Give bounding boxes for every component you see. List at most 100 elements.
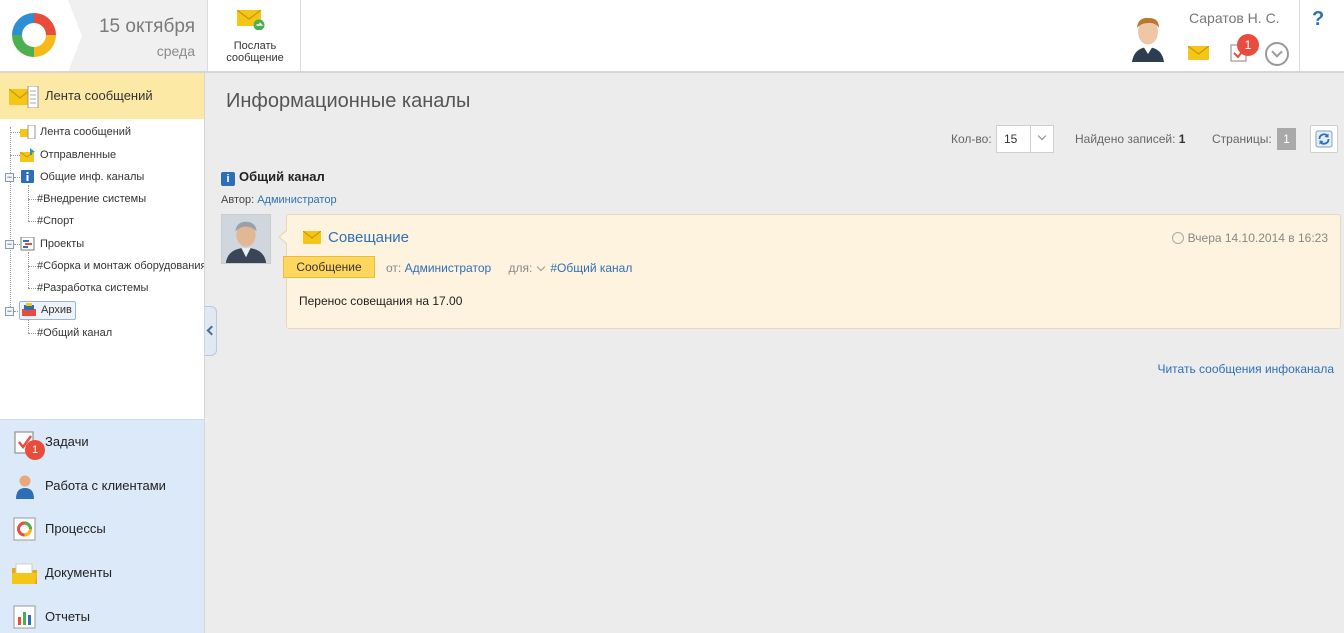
message-time: Вчера 14.10.2014 в 16:23 [1171, 231, 1328, 245]
tree-line [28, 221, 36, 222]
chevron-down-icon[interactable] [537, 262, 546, 272]
help-icon[interactable]: ? [1312, 8, 1324, 31]
archive-icon [22, 303, 36, 317]
module-label: Задачи [45, 434, 89, 449]
tree-collapse-toggle[interactable]: − [5, 173, 14, 182]
sidebar: Лента сообщений − − − Лента сообщений От… [0, 73, 205, 633]
qty-select[interactable]: 15 [996, 125, 1054, 153]
message-time-text: Вчера 14.10.2014 в 16:23 [1187, 231, 1328, 245]
current-date: 15 октября [98, 16, 195, 37]
tree-line [10, 155, 20, 156]
sidebar-section-title: Лента сообщений [45, 88, 153, 103]
qty-value: 15 [1004, 132, 1018, 146]
pages-label: Страницы: [1212, 132, 1272, 146]
module-processes[interactable]: Процессы [0, 507, 204, 551]
to-label: для: [508, 261, 533, 275]
message-card-tail [280, 230, 288, 244]
message-author-avatar[interactable] [221, 214, 271, 264]
message-card: Совещание Вчера 14.10.2014 в 16:23 Сообщ… [278, 214, 1341, 329]
tree-item-projects[interactable]: Проекты [20, 234, 84, 254]
tree-collapse-toggle[interactable]: − [5, 307, 14, 316]
author-label: Автор: [221, 194, 255, 206]
info-icon: i [221, 172, 235, 186]
logo[interactable] [0, 0, 68, 71]
tree-item-sport[interactable]: #Спорт [37, 211, 74, 231]
user-avatar[interactable] [1126, 12, 1170, 62]
channel-author: Автор: Администратор [221, 194, 337, 206]
author-link[interactable]: Администратор [257, 194, 336, 206]
chevron-down-icon[interactable] [1265, 42, 1289, 66]
send-message-button[interactable]: Послать сообщение [209, 0, 301, 71]
module-documents[interactable]: Документы [0, 551, 204, 595]
envelope-send-icon [237, 10, 265, 30]
message-subject-link[interactable]: Совещание [328, 229, 409, 246]
tree-item-label: #Разработка системы [37, 282, 149, 294]
module-list: 1 Задачи Работа с клиентами Процессы Док… [0, 419, 204, 633]
tree-item-archive[interactable]: Архив [19, 301, 76, 320]
tree-line [28, 199, 36, 200]
tree-line [28, 266, 36, 267]
qty-label: Кол-во: [951, 132, 992, 146]
sidebar-section-header[interactable]: Лента сообщений [0, 73, 204, 119]
divider [1299, 0, 1300, 71]
tree-line [10, 132, 20, 133]
page-title: Информационные каналы [226, 90, 471, 112]
tree-item-label: Общие инф. каналы [40, 171, 145, 183]
module-label: Работа с клиентами [45, 478, 166, 493]
tree-item-label: #Общий канал [37, 327, 113, 339]
tree-item-label: Архив [41, 304, 72, 316]
tree-item-label: #Спорт [37, 215, 75, 227]
chevron-down-icon[interactable] [1030, 126, 1054, 152]
feed-icon [20, 125, 36, 140]
message-to-link[interactable]: #Общий канал [550, 261, 632, 275]
tree-line [28, 288, 36, 289]
feed-icon [9, 86, 39, 108]
refresh-button[interactable] [1310, 125, 1338, 153]
message-from-link[interactable]: Администратор [405, 261, 492, 275]
module-clients[interactable]: Работа с клиентами [0, 464, 204, 508]
module-label: Отчеты [45, 609, 90, 624]
module-reports[interactable]: Отчеты [0, 595, 204, 633]
tree-item-label: Лента сообщений [40, 126, 132, 138]
read-channel-messages-link[interactable]: Читать сообщения инфоканала [1157, 362, 1334, 376]
tree-item-label: Отправленные [40, 149, 117, 161]
date-arrow-decoration [68, 0, 82, 72]
date-panel: 15 октября среда [68, 0, 208, 71]
found-value: 1 [1178, 132, 1186, 146]
top-bar: 15 октября среда Послать сообщение Сарат… [0, 0, 1344, 73]
tree-line [28, 319, 29, 333]
page-number-button[interactable]: 1 [1277, 128, 1296, 150]
tree-item-assembly[interactable]: #Сборка и монтаж оборудования [37, 256, 204, 276]
user-name[interactable]: Саратов Н. С. [1189, 10, 1280, 26]
tree-item-feed[interactable]: Лента сообщений [20, 122, 131, 142]
channel-title: i Общий канал [221, 169, 325, 186]
tree-item-common-channels[interactable]: Общие инф. каналы [20, 167, 144, 187]
reports-icon [13, 605, 36, 629]
found-records: Найдено записей: 1 [1075, 125, 1185, 153]
current-weekday: среда [156, 43, 195, 59]
documents-icon [12, 563, 37, 584]
module-tasks[interactable]: 1 Задачи [0, 420, 204, 464]
module-label: Документы [45, 565, 113, 580]
tree-collapse-toggle[interactable]: − [5, 240, 14, 249]
message-type-tag: Сообщение [283, 256, 375, 278]
tree-item-sent[interactable]: Отправленные [20, 145, 116, 165]
tree-item-label: #Сборка и монтаж оборудования [37, 260, 204, 272]
projects-icon [20, 237, 35, 251]
tree-item-common-channel[interactable]: #Общий канал [37, 323, 112, 343]
send-message-label-2: сообщение [226, 52, 284, 64]
clock-icon [1171, 232, 1184, 244]
envelope-icon[interactable] [1188, 46, 1209, 60]
clients-icon [16, 475, 34, 499]
tree-item-development[interactable]: #Разработка системы [37, 278, 148, 298]
tree-item-label: #Внедрение системы [37, 193, 147, 205]
tasks-badge: 1 [1237, 34, 1259, 56]
tree-item-implementation[interactable]: #Внедрение системы [37, 189, 146, 209]
tree-line [28, 333, 36, 334]
envelope-icon [303, 231, 321, 244]
tasks-badge: 1 [25, 440, 45, 460]
main-content: Информационные каналы Кол-во: 15 Найдено… [209, 73, 1344, 633]
from-label: от: [386, 261, 402, 275]
message-meta: от: Администратор для: #Общий канал [386, 261, 632, 275]
channel-tree: − − − Лента сообщений Отправленные Общие… [0, 119, 204, 419]
